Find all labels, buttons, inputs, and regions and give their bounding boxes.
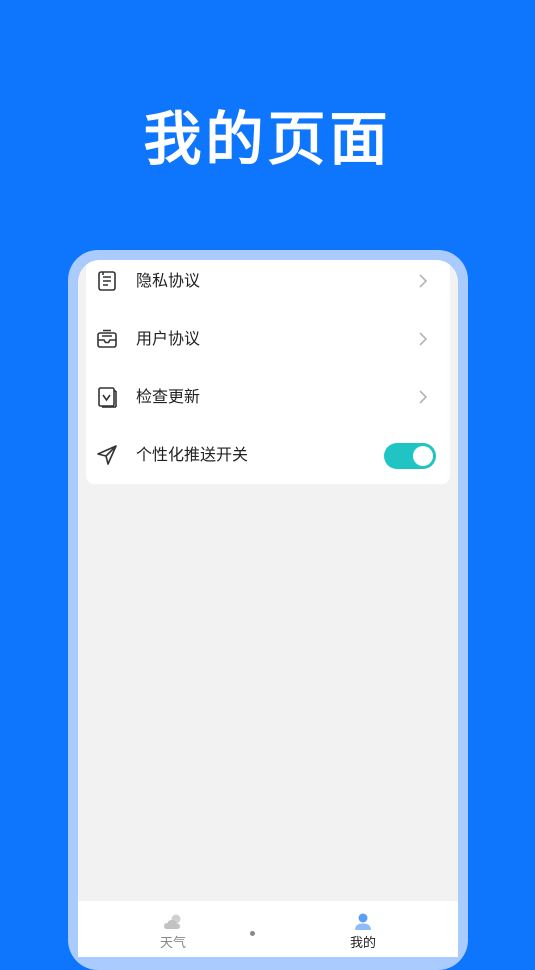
chevron-right-icon [419,274,428,288]
tab-mine[interactable]: 我的 [313,901,413,957]
menu-item-check-update[interactable]: 检查更新 [86,376,450,434]
tab-divider-dot [250,931,255,936]
chevron-right-icon [419,390,428,404]
menu-item-push-toggle: 个性化推送开关 [86,434,450,484]
menu-item-privacy-policy[interactable]: 隐私协议 [86,260,450,318]
mail-inbox-icon [97,329,117,348]
menu-item-label: 个性化推送开关 [136,445,249,464]
tab-label: 天气 [159,936,186,951]
weather-cloud-icon [164,914,181,929]
bottom-tab-bar: 天气 我的 [78,901,458,957]
tab-label: 我的 [349,936,376,951]
menu-item-label: 检查更新 [136,387,201,406]
page-title: 我的页面 [143,105,392,173]
update-check-icon [98,387,117,408]
privacy-document-icon [98,271,116,291]
phone-screen: 隐私协议 用户协议 检查更新 个性化推送开关 天气 我的 [78,260,458,957]
menu-item-label: 用户协议 [136,329,201,348]
menu-item-user-agreement[interactable]: 用户协议 [86,318,450,376]
send-plane-icon [97,445,117,465]
menu-item-label: 隐私协议 [136,271,201,290]
push-notification-toggle[interactable] [384,443,436,469]
settings-menu-card: 隐私协议 用户协议 检查更新 个性化推送开关 [86,260,450,484]
toggle-knob [413,446,433,466]
user-profile-icon [355,913,371,930]
chevron-right-icon [419,332,428,346]
tab-weather[interactable]: 天气 [123,901,223,957]
